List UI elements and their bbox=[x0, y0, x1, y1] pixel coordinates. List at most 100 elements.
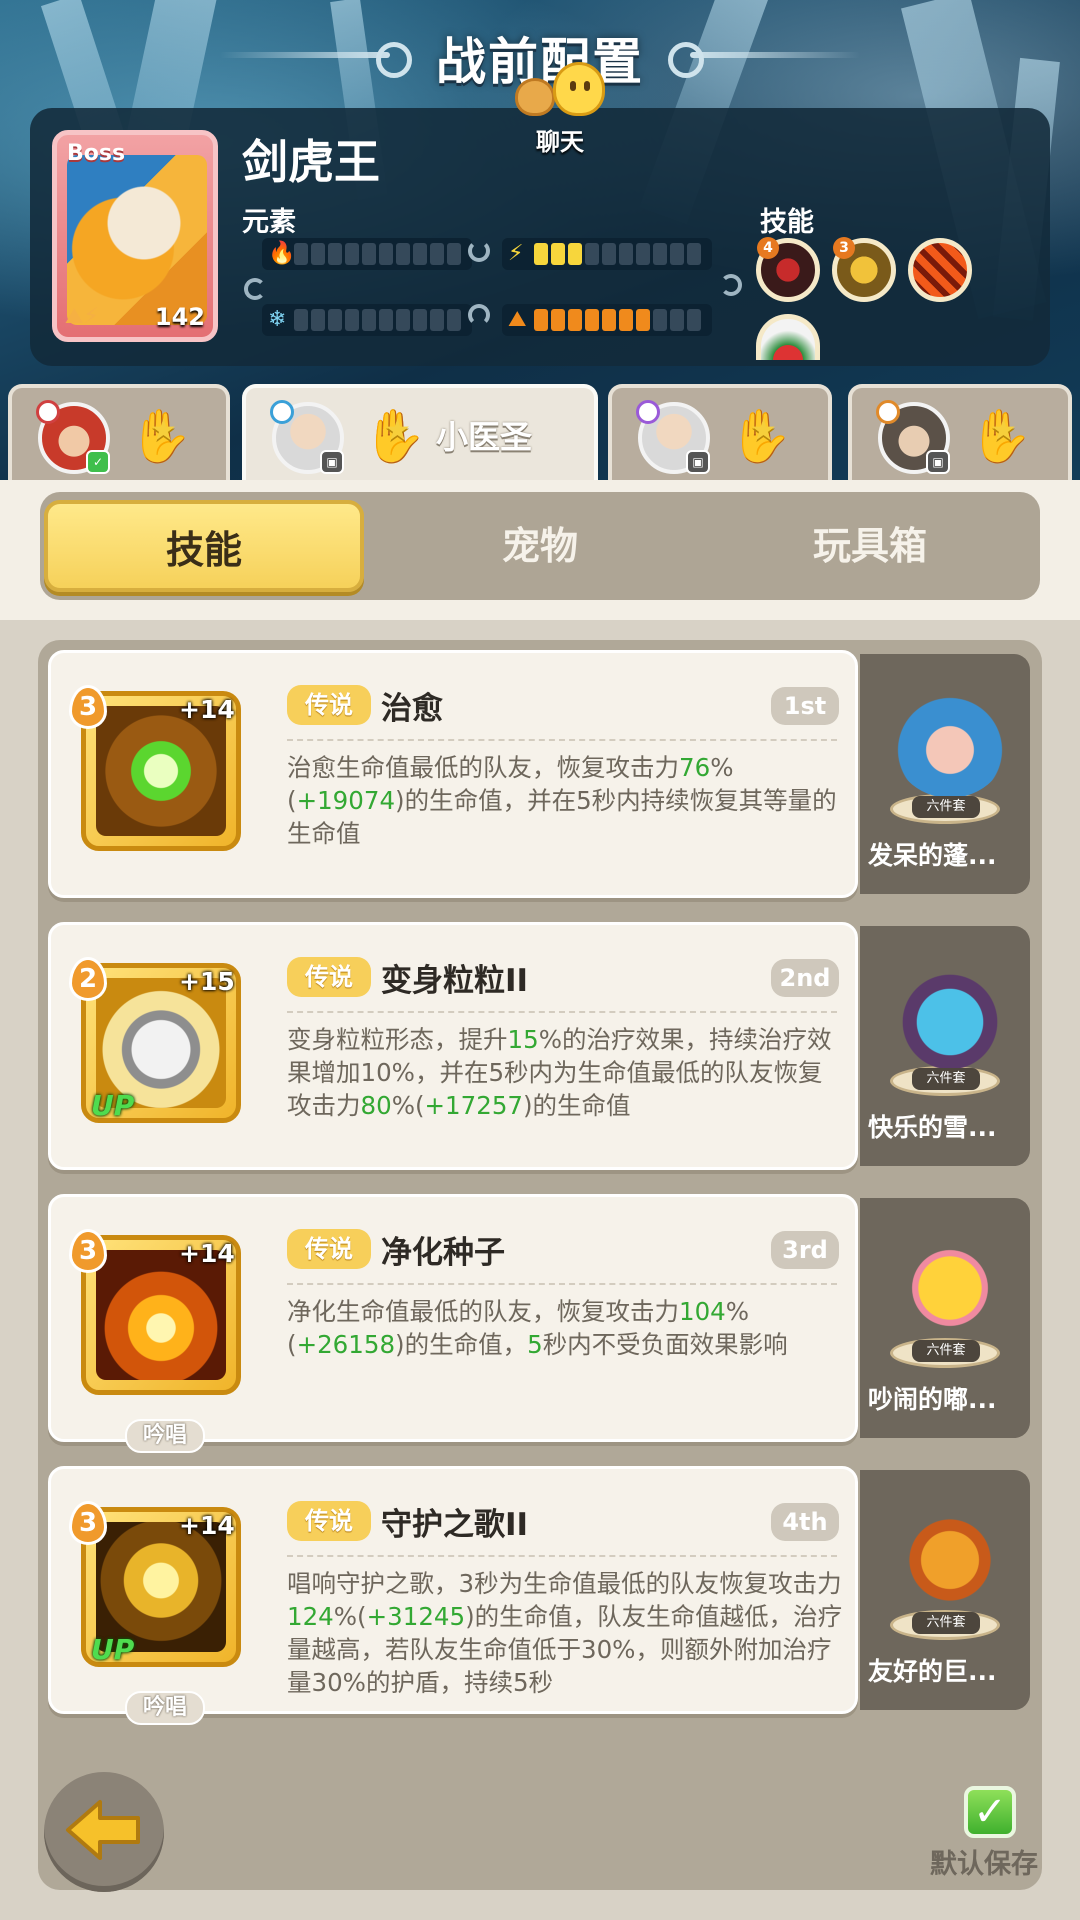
boss-portrait[interactable]: Boss ⛰⚡ 142 bbox=[52, 130, 218, 342]
pet-slot[interactable]: 六件套 吵闹的嘟... bbox=[860, 1198, 1030, 1438]
back-button[interactable] bbox=[44, 1772, 164, 1892]
tab-pets[interactable]: 宠物 bbox=[380, 500, 700, 592]
skill-order-badge: 2nd bbox=[771, 959, 839, 997]
element-bar-segment bbox=[413, 243, 427, 265]
rarity-badge: 传说 bbox=[287, 1501, 371, 1541]
main-panel: 技能 宠物 玩具箱 3 +14 传说 治愈 1st 治愈生命值最低的队友，恢复攻… bbox=[0, 480, 1080, 1920]
boss-skill-partial-icon[interactable] bbox=[756, 314, 820, 360]
element-bar-segment bbox=[568, 243, 582, 265]
default-save-checkbox[interactable]: ✓ bbox=[964, 1786, 1016, 1838]
chant-badge: 吟唱 bbox=[125, 1691, 205, 1725]
hero-tab-3[interactable]: ▣ ✋ ★ bbox=[608, 384, 832, 480]
boss-art bbox=[67, 155, 207, 325]
cycle-arrow-icon bbox=[468, 304, 490, 326]
pet-slot[interactable]: 六件套 快乐的雪... bbox=[860, 926, 1030, 1166]
element-bar-segment bbox=[585, 309, 599, 331]
controller-icon: ▣ bbox=[320, 450, 344, 474]
pet-set-badge: 六件套 bbox=[912, 1068, 980, 1090]
tap-hand-icon: ✋ ★ bbox=[128, 407, 193, 467]
hero-tab-name: 小医圣 bbox=[436, 418, 533, 456]
chat-button[interactable]: 聊天 bbox=[515, 60, 605, 156]
pet-slot[interactable]: 六件套 发呆的蓬... bbox=[860, 654, 1030, 894]
tab-skills[interactable]: 技能 bbox=[44, 500, 364, 592]
element-bar-segment bbox=[294, 309, 308, 331]
cycle-arrow-icon bbox=[720, 274, 742, 296]
tap-hand-icon: ✋ ★ bbox=[362, 407, 427, 467]
skill-row[interactable]: 3 +14 UP 吟唱 传说 守护之歌II 4th 唱响守护之歌，3秒为生命值最… bbox=[48, 1466, 1032, 1725]
segment-bar-wrap: 技能 宠物 玩具箱 bbox=[0, 480, 1080, 620]
chant-badge: 吟唱 bbox=[125, 1419, 205, 1453]
pet-name: 吵闹的嘟... bbox=[868, 1385, 997, 1414]
rarity-badge: 传说 bbox=[287, 1229, 371, 1269]
boss-element-icons: ⛰⚡ bbox=[65, 304, 99, 329]
element-bar-segment bbox=[619, 309, 633, 331]
hero-tab-1[interactable]: ✓ ✋ ★ bbox=[8, 384, 230, 480]
skill-order-badge: 1st bbox=[771, 687, 839, 725]
snowflake-icon: ❄ bbox=[268, 307, 287, 332]
boss-tag: Boss bbox=[67, 141, 126, 166]
earth-element-bar: ⛰ bbox=[502, 304, 712, 336]
boss-name: 剑虎王 bbox=[242, 135, 380, 189]
element-bar-segment bbox=[619, 243, 633, 265]
skill-description: 唱响守护之歌，3秒为生命值最低的队友恢复攻击力124%(+31245)的生命值，… bbox=[287, 1569, 843, 1697]
element-bar-segment bbox=[636, 243, 650, 265]
skill-name: 净化种子 bbox=[381, 1235, 505, 1271]
boss-skill-level: 4 bbox=[757, 237, 779, 259]
skill-card[interactable]: 3 +14 UP 吟唱 传说 守护之歌II 4th 唱响守护之歌，3秒为生命值最… bbox=[48, 1466, 858, 1725]
skill-row[interactable]: 3 +14 传说 治愈 1st 治愈生命值最低的队友，恢复攻击力76%(+190… bbox=[48, 650, 1032, 898]
boss-skill-claw-icon[interactable]: 3 bbox=[832, 237, 896, 302]
element-bar-segment bbox=[447, 309, 461, 331]
element-bar-segment bbox=[585, 243, 599, 265]
skill-card[interactable]: 3 +14 吟唱 传说 净化种子 3rd 净化生命值最低的队友，恢复攻击力104… bbox=[48, 1194, 858, 1453]
element-bar-segment bbox=[379, 243, 393, 265]
boss-skill-slash-icon[interactable] bbox=[908, 238, 972, 302]
skill-name: 治愈 bbox=[381, 691, 443, 727]
skill-upgrade-mark: UP bbox=[91, 1089, 135, 1122]
hero-avatar: ▣ bbox=[636, 400, 710, 474]
pet-image bbox=[890, 1494, 1010, 1614]
pet-image bbox=[890, 950, 1010, 1070]
pet-image bbox=[890, 678, 1010, 798]
hero-tab-4[interactable]: ▣ ✋ ★ bbox=[848, 384, 1072, 480]
element-bar-segment bbox=[653, 309, 667, 331]
element-mark-icon bbox=[876, 400, 900, 424]
element-bar-segment bbox=[362, 309, 376, 331]
skill-list: 3 +14 传说 治愈 1st 治愈生命值最低的队友，恢复攻击力76%(+190… bbox=[38, 640, 1042, 1890]
hero-tab-2[interactable]: ▣ ✋ ★ 小医圣 bbox=[242, 384, 598, 484]
skill-row[interactable]: 2 +15 UP 传说 变身粒粒II 2nd 变身粒粒形态，提升15%的治疗效果… bbox=[48, 922, 1032, 1170]
pet-slot[interactable]: 六件套 友好的巨... bbox=[860, 1470, 1030, 1710]
element-mark-icon bbox=[36, 400, 60, 424]
element-bar-segment bbox=[328, 243, 342, 265]
element-bar-segment bbox=[396, 309, 410, 331]
back-arrow-icon bbox=[66, 1800, 140, 1860]
skill-level-badge: 2 bbox=[69, 957, 107, 1001]
pet-image bbox=[890, 1222, 1010, 1342]
tap-hand-icon: ✋ ★ bbox=[968, 407, 1033, 467]
hero-avatar: ▣ bbox=[876, 400, 950, 474]
element-bar-segment bbox=[379, 309, 393, 331]
pet-set-badge: 六件套 bbox=[912, 1612, 980, 1634]
chat-label: 聊天 bbox=[536, 128, 584, 156]
skill-card[interactable]: 2 +15 UP 传说 变身粒粒II 2nd 变身粒粒形态，提升15%的治疗效果… bbox=[48, 922, 858, 1170]
tab-toybox[interactable]: 玩具箱 bbox=[710, 500, 1030, 592]
cycle-arrow-icon bbox=[468, 240, 490, 262]
skill-row[interactable]: 3 +14 吟唱 传说 净化种子 3rd 净化生命值最低的队友，恢复攻击力104… bbox=[48, 1194, 1032, 1453]
rarity-badge: 传说 bbox=[287, 957, 371, 997]
pet-name: 友好的巨... bbox=[868, 1657, 997, 1686]
default-save-label[interactable]: 默认保存 bbox=[930, 1842, 1038, 1881]
element-bar-segment bbox=[653, 243, 667, 265]
element-bar-segment bbox=[602, 243, 616, 265]
skill-upgrade-mark: UP bbox=[91, 1633, 135, 1666]
element-bar-segment bbox=[687, 243, 701, 265]
skill-bonus: +14 bbox=[179, 1239, 235, 1268]
element-mark-icon bbox=[636, 400, 660, 424]
lightning-element-bar: ⚡ bbox=[502, 238, 712, 270]
skill-level-badge: 3 bbox=[69, 685, 107, 729]
boss-skill-bite-icon[interactable]: 4 bbox=[756, 237, 820, 302]
skill-bonus: +14 bbox=[179, 1511, 235, 1540]
hero-avatar: ✓ bbox=[36, 400, 110, 474]
element-bar-segment bbox=[345, 243, 359, 265]
skill-card[interactable]: 3 +14 传说 治愈 1st 治愈生命值最低的队友，恢复攻击力76%(+190… bbox=[48, 650, 858, 898]
controller-icon: ▣ bbox=[686, 450, 710, 474]
skill-name: 守护之歌II bbox=[381, 1507, 529, 1543]
